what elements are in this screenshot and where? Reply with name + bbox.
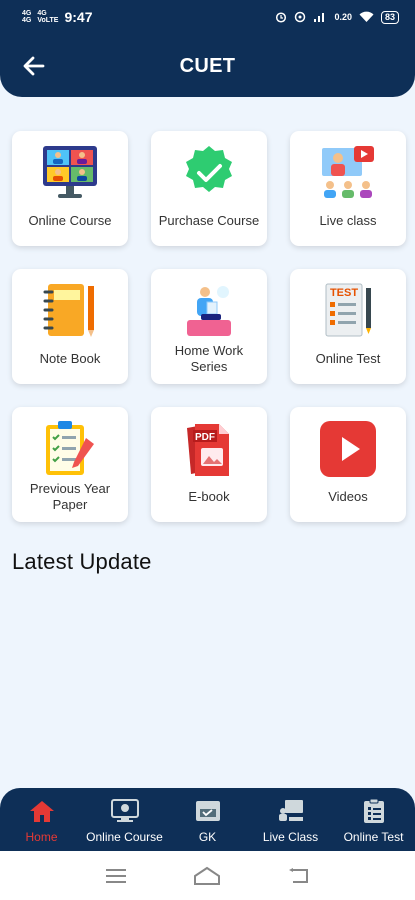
homework-study-icon: [178, 281, 240, 341]
gk-book-icon: [194, 798, 222, 824]
network-indicator: 4G 4G: [22, 10, 31, 24]
test-label: TEST: [330, 287, 358, 299]
live-class-tab-icon: [277, 798, 305, 824]
clipboard-checklist-icon: [39, 419, 101, 479]
play-video-icon: [317, 419, 379, 479]
tab-online-course[interactable]: Online Course: [83, 788, 166, 851]
app-header: 4G 4G 4G VoLTE 9:47 0.20 83 CUET: [0, 0, 415, 97]
card-label: Previous Year Paper: [29, 481, 111, 512]
alarm-icon: [276, 12, 287, 23]
system-nav-bar: [0, 851, 415, 900]
signal-icon: [314, 13, 325, 22]
card-label: Online Course: [28, 213, 112, 228]
tab-label: Home: [25, 830, 58, 844]
battery-indicator: 83: [380, 10, 399, 24]
menu-icon: [105, 868, 126, 883]
card-label: Live class: [319, 213, 377, 228]
card-label: Videos: [328, 489, 368, 504]
latest-update-heading: Latest Update: [12, 549, 152, 574]
card-label: Home Work Series: [174, 343, 244, 374]
card-online-test[interactable]: TEST Online Test: [290, 269, 406, 384]
status-time: 9:47: [64, 9, 93, 25]
tab-label: Live Class: [262, 830, 319, 844]
tab-label: GK: [198, 830, 217, 844]
card-live-class[interactable]: Live class: [290, 131, 406, 246]
card-note-book[interactable]: Note Book: [12, 269, 128, 384]
pdf-file-icon: PDF: [178, 419, 240, 479]
bottom-nav: Home Online Course GK Live Class Online …: [0, 788, 415, 851]
network-top: 4G: [22, 10, 32, 17]
menu-button[interactable]: [96, 861, 136, 891]
tab-label: Online Course: [86, 830, 163, 844]
card-previous-year-paper[interactable]: Previous Year Paper: [12, 407, 128, 522]
card-label: Purchase Course: [158, 213, 260, 228]
home-icon: [29, 798, 55, 824]
card-label: Online Test: [315, 351, 381, 366]
verified-badge-icon: [178, 143, 240, 203]
tab-online-test[interactable]: Online Test: [332, 788, 415, 851]
tab-live-class[interactable]: Live Class: [249, 788, 332, 851]
arrow-left-icon: [23, 56, 45, 76]
hotspot-icon: [295, 11, 306, 23]
title-bar: CUET: [0, 46, 415, 86]
status-left: 4G 4G 4G VoLTE 9:47: [22, 9, 93, 25]
status-right: 0.20 83: [275, 10, 399, 24]
card-online-course[interactable]: Online Course: [12, 131, 128, 246]
card-videos[interactable]: Videos: [290, 407, 406, 522]
network-bottom: 4G: [22, 17, 32, 24]
back-button[interactable]: [18, 50, 50, 82]
notebook-icon: [39, 281, 101, 341]
status-bar: 4G 4G 4G VoLTE 9:47 0.20 83: [0, 0, 415, 34]
tab-gk[interactable]: GK: [166, 788, 249, 851]
video-conference-icon: [39, 143, 101, 203]
network-speed: 0.20: [334, 12, 352, 22]
home-system-button[interactable]: [187, 861, 227, 891]
card-label: E-book: [188, 489, 230, 504]
tab-home[interactable]: Home: [0, 788, 83, 851]
back-system-icon: [289, 867, 309, 883]
page-title: CUET: [179, 54, 236, 77]
volte-top: 4G: [37, 10, 47, 17]
back-system-button[interactable]: [279, 861, 319, 891]
volte-bottom: VoLTE: [37, 17, 59, 24]
test-sheet-icon: TEST: [317, 281, 379, 341]
menu-grid: Online Course Purchase Course Live class: [12, 131, 406, 522]
card-purchase-course[interactable]: Purchase Course: [151, 131, 267, 246]
wifi-icon: [359, 11, 374, 22]
pdf-label: PDF: [195, 432, 215, 443]
card-home-work-series[interactable]: Home Work Series: [151, 269, 267, 384]
home-outline-icon: [194, 866, 221, 885]
card-label: Note Book: [39, 351, 101, 366]
monitor-course-icon: [110, 798, 139, 824]
card-e-book[interactable]: PDF E-book: [151, 407, 267, 522]
test-clipboard-icon: [362, 798, 386, 824]
tab-label: Online Test: [343, 830, 404, 844]
live-class-icon: [317, 143, 379, 203]
volte-indicator: 4G VoLTE: [37, 10, 58, 24]
